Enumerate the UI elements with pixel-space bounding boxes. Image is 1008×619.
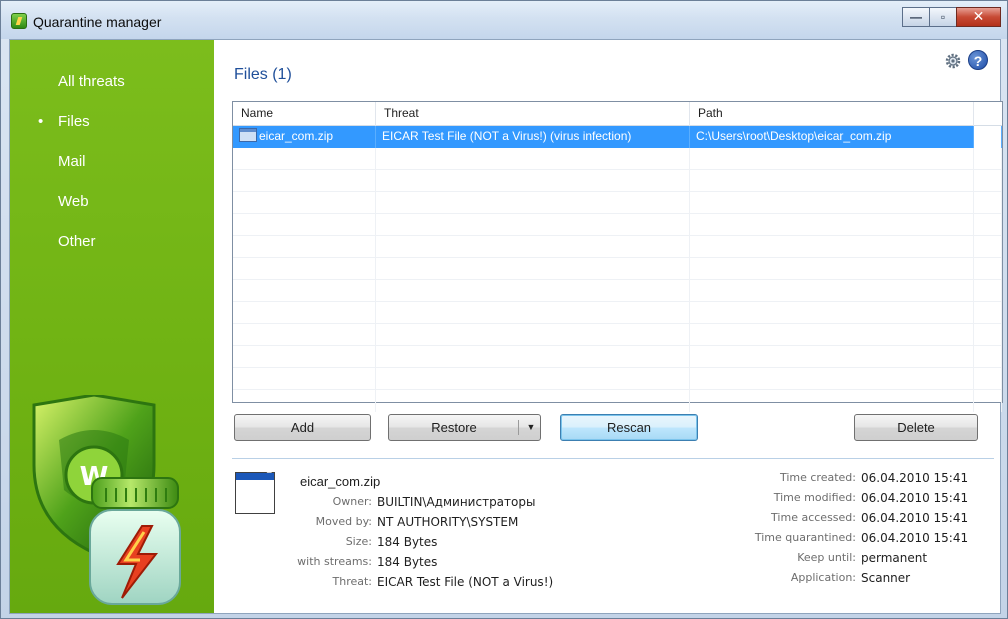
detail-value: EICAR Test File (NOT a Virus!) — [377, 575, 554, 589]
details-file-name: eicar_com.zip — [300, 474, 381, 489]
restore-button-label: Restore — [431, 420, 477, 435]
sidebar-item-other[interactable]: Other — [10, 222, 214, 262]
empty-row — [233, 302, 1002, 324]
details-left-panel: Owner: BUILTIN\Администраторы Moved by: NT… — [260, 492, 590, 592]
detail-value: 184 Bytes — [377, 555, 438, 569]
detail-value: Scanner — [861, 571, 911, 585]
sidebar-item-mail[interactable]: Mail — [10, 142, 214, 182]
detail-time-accessed: Time accessed: 06.04.2010 15:41 — [710, 508, 1000, 528]
detail-label: Size: — [345, 535, 372, 548]
table-header: Name Threat Path — [233, 102, 1002, 126]
maximize-button[interactable]: ▫ — [929, 7, 957, 27]
detail-time-created: Time created: 06.04.2010 15:41 — [710, 468, 1000, 488]
detail-label: Time created: — [779, 471, 856, 484]
cell-path: C:\Users\root\Desktop\eicar_com.zip — [690, 126, 974, 148]
quarantine-table: Name Threat Path eicar_com.zip EICAR Tes… — [232, 101, 1003, 412]
empty-row — [233, 214, 1002, 236]
detail-value: BUILTIN\Администраторы — [377, 495, 536, 509]
cell-name-text: eicar_com.zip — [259, 129, 334, 143]
client-area: All threats Files Mail Web Other W — [9, 39, 1003, 614]
window-title: Quarantine manager — [33, 14, 162, 30]
detail-label: with streams: — [297, 555, 372, 568]
cell-spacer — [974, 126, 1002, 148]
detail-time-quarantined: Time quarantined: 06.04.2010 15:41 — [710, 528, 1000, 548]
page-title: Files (1) — [234, 66, 292, 83]
delete-button[interactable]: Delete — [854, 414, 978, 441]
add-button[interactable]: Add — [234, 414, 371, 441]
details-divider — [232, 458, 994, 459]
detail-with-streams: with streams: 184 Bytes — [260, 552, 590, 572]
rescan-button[interactable]: Rescan — [560, 414, 698, 441]
detail-label: Time quarantined: — [754, 531, 856, 544]
close-button[interactable]: ✕ — [956, 7, 1001, 27]
details-right-panel: Time created: 06.04.2010 15:41 Time modif… — [710, 468, 1000, 588]
empty-row — [233, 346, 1002, 368]
empty-row — [233, 192, 1002, 214]
empty-row — [233, 148, 1002, 170]
restore-button[interactable]: Restore ▼ — [388, 414, 541, 441]
detail-application: Application: Scanner — [710, 568, 1000, 588]
detail-label: Application: — [790, 571, 856, 584]
detail-value: 06.04.2010 15:41 — [861, 491, 969, 505]
sidebar-nav: All threats Files Mail Web Other — [10, 62, 214, 262]
detail-owner: Owner: BUILTIN\Администраторы — [260, 492, 590, 512]
split-divider — [518, 420, 519, 435]
file-icon — [239, 128, 257, 142]
detail-threat: Threat: EICAR Test File (NOT a Virus!) — [260, 572, 590, 592]
detail-label: Owner: — [332, 495, 372, 508]
cell-name: eicar_com.zip — [233, 126, 376, 148]
column-header-spacer — [974, 102, 1002, 126]
table-body: eicar_com.zip EICAR Test File (NOT a Vir… — [233, 126, 1002, 412]
sidebar-item-all-threats[interactable]: All threats — [10, 62, 214, 102]
empty-row — [233, 324, 1002, 346]
column-header-name[interactable]: Name — [233, 102, 376, 126]
detail-label: Time accessed: — [771, 511, 856, 524]
empty-row — [233, 280, 1002, 302]
detail-value: permanent — [861, 551, 928, 565]
sidebar: All threats Files Mail Web Other W — [10, 40, 214, 613]
detail-time-modified: Time modified: 06.04.2010 15:41 — [710, 488, 1000, 508]
empty-row — [233, 170, 1002, 192]
detail-value: 184 Bytes — [377, 535, 438, 549]
table-row[interactable]: eicar_com.zip EICAR Test File (NOT a Vir… — [233, 126, 1002, 148]
cell-threat: EICAR Test File (NOT a Virus!) (virus in… — [376, 126, 690, 148]
quarantine-jar-icon — [89, 477, 181, 605]
chevron-down-icon[interactable]: ▼ — [523, 415, 539, 440]
detail-size: Size: 184 Bytes — [260, 532, 590, 552]
help-icon[interactable]: ? — [968, 50, 988, 70]
minimize-icon: — — [910, 10, 922, 24]
detail-value: 06.04.2010 15:41 — [861, 471, 969, 485]
detail-moved-by: Moved by: NT AUTHORITY\SYSTEM — [260, 512, 590, 532]
detail-label: Time modified: — [773, 491, 856, 504]
window-controls: — ▫ ✕ — [902, 7, 1001, 27]
detail-label: Moved by: — [315, 515, 372, 528]
app-icon — [11, 13, 27, 29]
sidebar-item-files[interactable]: Files — [10, 102, 214, 142]
empty-row — [233, 390, 1002, 412]
column-header-threat[interactable]: Threat — [376, 102, 690, 126]
detail-label: Keep until: — [797, 551, 856, 564]
empty-row — [233, 258, 1002, 280]
gear-icon[interactable] — [944, 52, 962, 70]
maximize-icon: ▫ — [940, 10, 946, 24]
title-bar[interactable]: Quarantine manager — ▫ ✕ — [1, 1, 1007, 39]
detail-value: 06.04.2010 15:41 — [861, 511, 969, 525]
minimize-button[interactable]: — — [902, 7, 930, 27]
empty-row — [233, 236, 1002, 258]
empty-row — [233, 368, 1002, 390]
detail-value: 06.04.2010 15:41 — [861, 531, 969, 545]
column-header-path[interactable]: Path — [690, 102, 974, 126]
sidebar-item-web[interactable]: Web — [10, 182, 214, 222]
close-icon: ✕ — [972, 8, 985, 24]
detail-value: NT AUTHORITY\SYSTEM — [377, 515, 519, 529]
quarantine-manager-window: Quarantine manager — ▫ ✕ All threats Fil… — [0, 0, 1008, 619]
detail-label: Threat: — [332, 575, 373, 588]
detail-keep-until: Keep until: permanent — [710, 548, 1000, 568]
